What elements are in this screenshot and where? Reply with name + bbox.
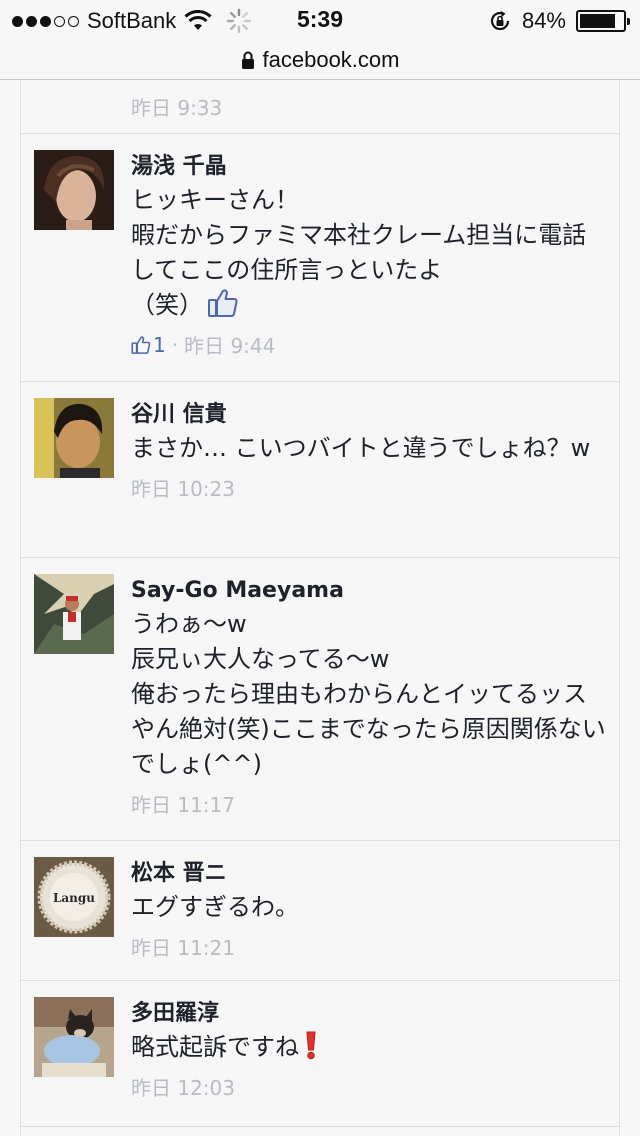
avatar[interactable] [34, 150, 114, 230]
avatar[interactable] [34, 398, 114, 478]
comment-timestamp[interactable]: 昨日 9:33 [131, 96, 222, 120]
comment-timestamp[interactable]: 昨日 10:23 [131, 473, 235, 502]
comment-item: 谷川 信貴 まさか… こいつバイトと違うでしょね？w 昨日 10:23 [21, 382, 619, 558]
comment-timestamp[interactable]: 昨日 11:21 [131, 932, 235, 961]
comment-text: まさか… こいつバイトと違うでしょね？w [131, 434, 591, 462]
comment-meta: 昨日 10:23 [131, 473, 609, 502]
comment-text: 略式起訴ですね [131, 1030, 609, 1065]
battery-icon [576, 10, 630, 32]
avatar[interactable] [34, 574, 114, 654]
comment-body: 湯浅 千晶 ヒッキーさん！ 暇だからファミマ本社クレーム担当に電話してここの住所… [131, 150, 609, 381]
comment-timestamp[interactable]: 昨日 9:44 [184, 330, 275, 359]
exclamation-icon [306, 1031, 316, 1060]
comment-author[interactable]: 谷川 信貴 [131, 400, 609, 430]
comment-meta: 1 · 昨日 9:44 [131, 330, 609, 359]
comment-text: ヒッキーさん！ 暇だからファミマ本社クレーム担当に電話してここの住所言っといたよ… [131, 183, 609, 323]
url-bar[interactable]: facebook.com [0, 40, 640, 80]
meta-separator: · [171, 332, 179, 357]
url-domain: facebook.com [262, 46, 400, 72]
comment-body: 谷川 信貴 まさか… こいつバイトと違うでしょね？w 昨日 10:23 [131, 398, 609, 557]
comment-meta: 昨日 11:17 [131, 789, 609, 818]
comment-body: 松本 晋ニ エグすぎるわ。 昨日 11:21 [131, 857, 609, 980]
comment-item: Langu 松本 晋ニ エグすぎるわ。 昨日 11:21 [21, 841, 619, 981]
comment-item: 多田羅淳 略式起訴ですね 昨日 12:03 [21, 981, 619, 1127]
like-indicator[interactable]: 1 [131, 333, 166, 357]
comment-text: エグすぎるわ。 [131, 893, 299, 921]
avatar-logo-text: Langu [53, 891, 95, 905]
comment-meta: 昨日 12:03 [131, 1072, 609, 1101]
comment-item: Say-Go Maeyama うわぁ〜w 辰兄ぃ大人なってる〜w 俺おったら理由… [21, 558, 619, 841]
comment-author[interactable]: 多田羅淳 [131, 999, 609, 1029]
comment-text-content: ヒッキーさん！ 暇だからファミマ本社クレーム担当に電話してここの住所言っといたよ… [131, 186, 587, 319]
comment-timestamp[interactable]: 昨日 11:17 [131, 789, 235, 818]
like-thumb-icon [131, 335, 151, 354]
battery-percent: 84% [521, 8, 566, 33]
lock-icon [241, 51, 254, 69]
comment-body: 多田羅淳 略式起訴ですね 昨日 12:03 [131, 997, 609, 1126]
comment-author[interactable]: Say-Go Maeyama [131, 576, 609, 606]
avatar[interactable]: Langu [34, 857, 114, 937]
comment-timestamp[interactable]: 昨日 12:03 [131, 1072, 235, 1101]
comment-item: 湯浅 千晶 ヒッキーさん！ 暇だからファミマ本社クレーム担当に電話してここの住所… [21, 134, 619, 382]
comment-meta: 昨日 11:21 [131, 932, 609, 961]
thumbs-up-icon [208, 289, 238, 317]
avatar[interactable] [34, 997, 114, 1077]
comment-text-content: 略式起訴ですね [131, 1033, 299, 1061]
comment-text: うわぁ〜w 辰兄ぃ大人なってる〜w 俺おったら理由もわからんとイッてるッスやん絶… [131, 610, 606, 778]
comment-body: Say-Go Maeyama うわぁ〜w 辰兄ぃ大人なってる〜w 俺おったら理由… [131, 574, 609, 840]
rotation-lock-icon [490, 11, 510, 31]
status-bar: SoftBank 5:39 84% [0, 0, 640, 40]
comments-list: 昨日 9:33 湯浅 千晶 ヒッキーさん！ 暇だからファミマ本社クレーム担当に電… [20, 81, 620, 1136]
comment-author[interactable]: 松本 晋ニ [131, 859, 609, 889]
comment-partial: 昨日 9:33 [21, 81, 619, 134]
status-right: 84% [488, 6, 630, 36]
comment-author[interactable]: 湯浅 千晶 [131, 152, 609, 182]
like-count: 1 [153, 332, 166, 357]
